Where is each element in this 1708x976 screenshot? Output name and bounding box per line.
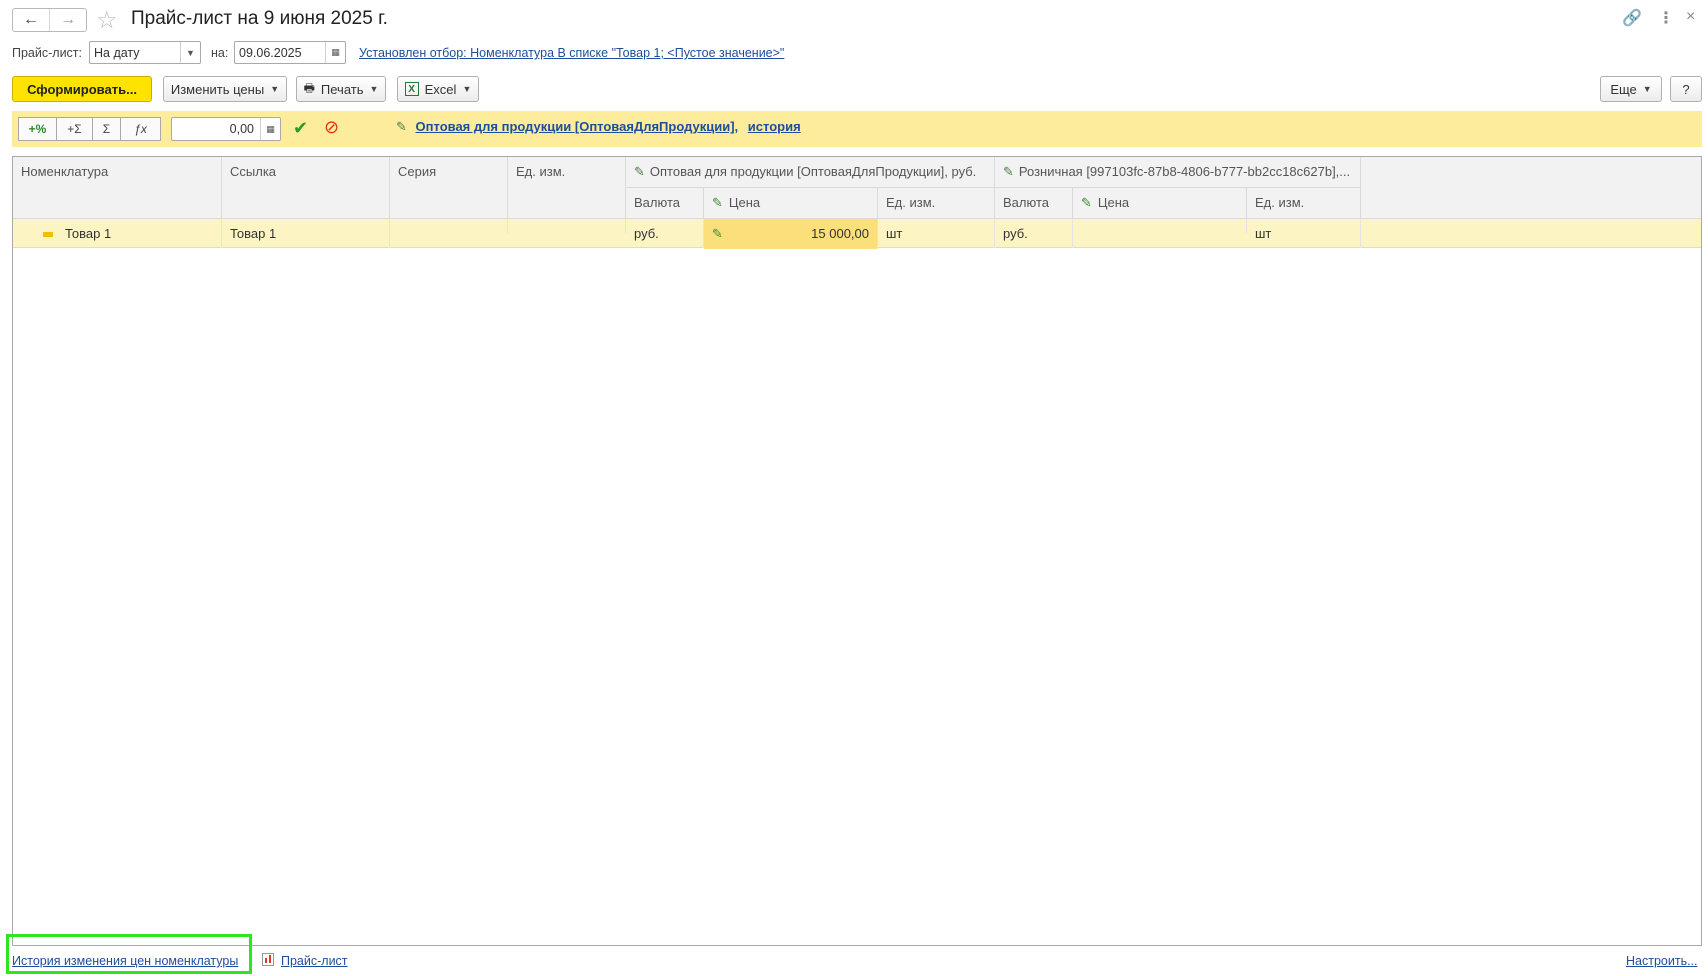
g1-price-label: Цена: [728, 195, 761, 210]
more-vertical-icon[interactable]: ⋮: [1658, 8, 1674, 28]
chevron-down-icon: ▼: [369, 84, 379, 94]
excel-label: Excel: [424, 81, 457, 97]
pricelist-label: Прайс-лист:: [12, 46, 83, 60]
more-label: Еще: [1610, 81, 1637, 97]
pricelist-report-link[interactable]: Прайс-лист: [281, 954, 348, 968]
cell-series[interactable]: [390, 219, 508, 233]
cell-g2-unit[interactable]: шт: [1247, 219, 1361, 248]
price-tag-icon: ✎: [396, 119, 407, 134]
col-unit-header[interactable]: Ед. изм.: [508, 157, 626, 219]
cell-nomenclature[interactable]: Товар 1: [13, 219, 222, 248]
pricelist-value: На дату: [94, 45, 140, 60]
amount-value: 0,00: [229, 122, 254, 136]
change-prices-label: Изменить цены: [170, 81, 265, 97]
col-g2-currency-header[interactable]: Валюта: [995, 188, 1073, 219]
table-row[interactable]: Товар 1 Товар 1 руб. ✎ 15 000,00 шт руб. …: [13, 219, 1701, 249]
back-arrow-icon[interactable]: ←: [13, 9, 49, 31]
print-button[interactable]: 🖶 Печать ▼: [296, 76, 386, 102]
printer-icon: 🖶: [303, 80, 315, 95]
calendar-icon[interactable]: ▦: [325, 42, 345, 63]
forward-arrow-icon[interactable]: →: [49, 9, 86, 31]
price-history-link[interactable]: История изменения цен номенклатуры: [12, 954, 238, 968]
plus-sum-button[interactable]: +Σ: [57, 117, 93, 141]
more-button[interactable]: Еще ▼: [1600, 76, 1662, 102]
col-nomenclature-header[interactable]: Номенклатура: [13, 157, 222, 219]
chevron-down-icon: ▼: [270, 84, 280, 94]
col-g1-unit-header[interactable]: Ед. изм.: [878, 188, 995, 219]
col-g2-unit-header[interactable]: Ед. изм.: [1247, 188, 1361, 219]
col-group-retail-header[interactable]: ✎ Розничная [997103fc-87b8-4806-b777-bb2c…: [995, 157, 1361, 188]
print-label: Печать: [320, 81, 364, 97]
favorite-star-icon[interactable]: ☆: [96, 6, 118, 35]
date-field[interactable]: 09.06.2025 ▦: [234, 41, 346, 64]
price-table: Номенклатура Ссылка Серия Ед. изм. ✎ Опто…: [12, 156, 1702, 946]
cell-g1-unit[interactable]: шт: [878, 219, 995, 248]
group-wholesale-label: Оптовая для продукции [ОптоваяДляПродукц…: [649, 164, 977, 179]
help-button[interactable]: ?: [1670, 76, 1702, 102]
chevron-down-icon[interactable]: ▼: [180, 42, 200, 63]
pencil-icon: ✎: [712, 226, 723, 241]
quick-actions: +% +Σ Σ ƒx: [18, 117, 161, 141]
col-link-header[interactable]: Ссылка: [222, 157, 390, 219]
nav-buttons: ← →: [12, 8, 87, 32]
change-prices-button[interactable]: Изменить цены ▼: [163, 76, 287, 102]
cell-g1-currency[interactable]: руб.: [626, 219, 704, 248]
cell-unit[interactable]: [508, 219, 626, 233]
report-icon: [262, 953, 274, 966]
price-type-area: ✎ Оптовая для продукции [ОптоваяДляПроду…: [396, 119, 801, 135]
amount-field[interactable]: 0,00 ▦: [171, 117, 281, 141]
pricelist-select[interactable]: На дату ▼: [89, 41, 201, 64]
cell-g1-price[interactable]: ✎ 15 000,00: [704, 219, 878, 249]
selection-filter-link[interactable]: Установлен отбор: Номенклатура В списке …: [359, 46, 784, 60]
settings-link[interactable]: Настроить...: [1626, 954, 1698, 968]
col-series-header[interactable]: Серия: [390, 157, 508, 219]
cell-link[interactable]: Товар 1: [222, 219, 390, 248]
cell-g2-price[interactable]: [1073, 219, 1247, 233]
excel-icon: X: [404, 82, 419, 96]
group-retail-label: Розничная [997103fc-87b8-4806-b777-bb2cc…: [1018, 164, 1351, 179]
cancel-icon[interactable]: ⊘: [324, 117, 339, 138]
sum-button[interactable]: Σ: [93, 117, 121, 141]
price-tag-icon: ✎: [634, 164, 645, 179]
generate-button[interactable]: Сформировать...: [12, 76, 152, 102]
date-label: на:: [211, 46, 229, 60]
price-tag-icon: ✎: [1003, 164, 1014, 179]
fx-button[interactable]: ƒx: [121, 117, 161, 141]
chevron-down-icon: ▼: [462, 84, 472, 94]
col-g1-currency-header[interactable]: Валюта: [626, 188, 704, 219]
link-icon[interactable]: 🔗: [1622, 8, 1642, 28]
g2-price-label: Цена: [1097, 195, 1130, 210]
collapse-icon[interactable]: [43, 232, 53, 238]
pencil-icon: ✎: [1081, 195, 1092, 210]
col-group-wholesale-header[interactable]: ✎ Оптовая для продукции [ОптоваяДляПродук…: [626, 157, 995, 188]
date-value: 09.06.2025: [239, 45, 302, 60]
plus-percent-button[interactable]: +%: [18, 117, 57, 141]
g1-price-value: 15 000,00: [811, 226, 869, 241]
pencil-icon: ✎: [712, 195, 723, 210]
chevron-down-icon: ▼: [1642, 84, 1652, 94]
confirm-check-icon[interactable]: ✔: [293, 118, 308, 139]
history-link[interactable]: история: [748, 119, 801, 134]
price-type-link[interactable]: Оптовая для продукции [ОптоваяДляПродукц…: [416, 119, 739, 134]
excel-button[interactable]: X Excel ▼: [397, 76, 479, 102]
nomenclature-value: Товар 1: [65, 226, 112, 241]
col-g1-price-header[interactable]: ✎ Цена: [704, 188, 878, 219]
cell-g2-currency[interactable]: руб.: [995, 219, 1073, 248]
page-title: Прайс-лист на 9 июня 2025 г.: [131, 8, 388, 29]
col-g2-price-header[interactable]: ✎ Цена: [1073, 188, 1247, 219]
col-empty-header: [1361, 157, 1701, 219]
close-icon[interactable]: ×: [1686, 8, 1695, 26]
calculator-icon[interactable]: ▦: [260, 118, 280, 140]
